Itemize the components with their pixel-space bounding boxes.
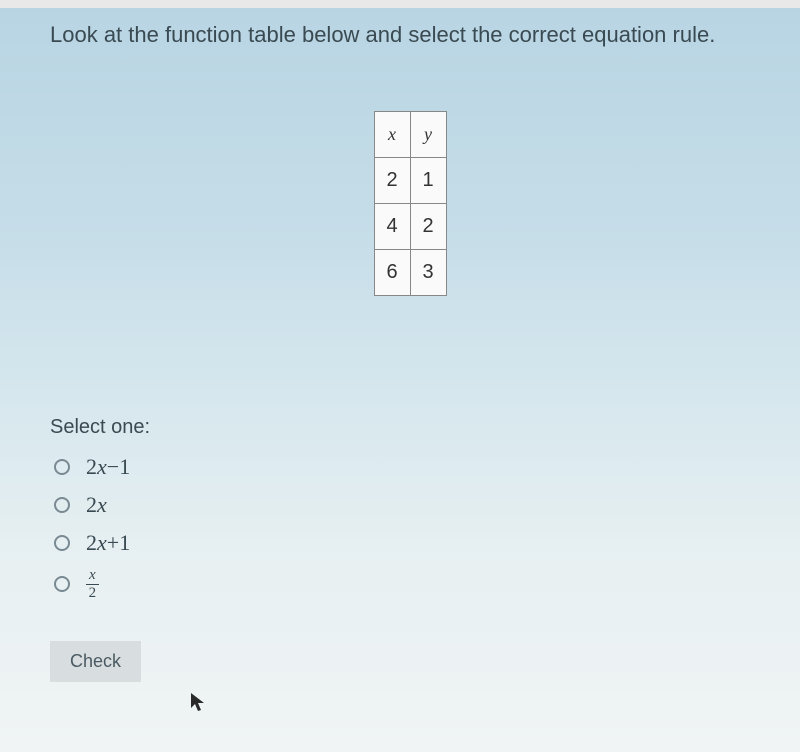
table-row: 6 3 [374,249,446,295]
table-cell-y: 3 [410,249,446,295]
options-group: 2x − 1 2x 2x + 1 x 2 [54,454,750,601]
table-cell-x: 2 [374,157,410,203]
question-text: Look at the function table below and sel… [50,20,750,51]
radio-icon[interactable] [54,576,70,592]
select-one-label: Select one: [50,416,750,439]
option-3[interactable]: 2x + 1 [54,530,750,556]
option-2-label: 2x [86,492,107,518]
table-row: 4 2 [374,203,446,249]
option-1-label: 2x − 1 [86,454,130,480]
check-button[interactable]: Check [50,641,141,682]
table-header-x: x [374,111,410,157]
table-header-y: y [410,111,446,157]
option-4[interactable]: x 2 [54,568,750,601]
option-3-label: 2x + 1 [86,530,130,556]
option-2[interactable]: 2x [54,492,750,518]
radio-icon[interactable] [54,535,70,551]
table-header-row: x y [374,111,446,157]
option-1[interactable]: 2x − 1 [54,454,750,480]
table-row: 2 1 [374,157,446,203]
table-cell-x: 6 [374,249,410,295]
radio-icon[interactable] [54,459,70,475]
function-table-container: x y 2 1 4 2 6 3 [70,111,750,296]
function-table: x y 2 1 4 2 6 3 [374,111,447,296]
table-cell-x: 4 [374,203,410,249]
table-cell-y: 1 [410,157,446,203]
option-4-label: x 2 [86,568,99,601]
table-cell-y: 2 [410,203,446,249]
cursor-icon [190,692,206,714]
radio-icon[interactable] [54,497,70,513]
